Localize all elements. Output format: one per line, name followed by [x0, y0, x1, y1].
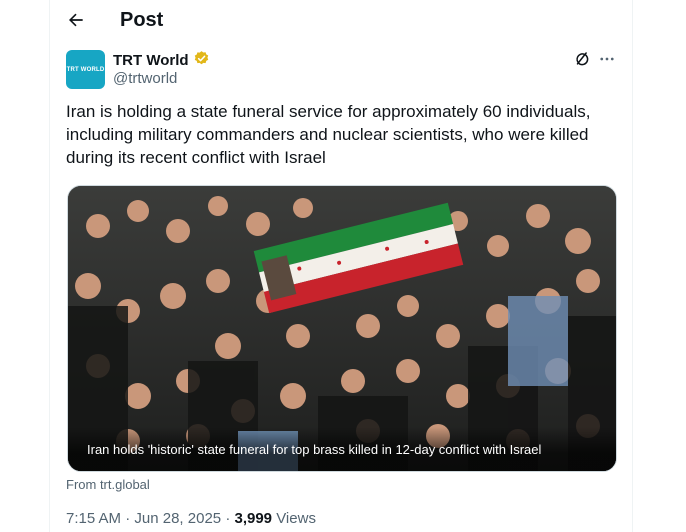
author-name-text: TRT World [113, 52, 189, 69]
views-count: 3,999 [234, 510, 273, 527]
post-date[interactable]: Jun 28, 2025 [134, 510, 221, 527]
avatar-logo-text: TRT WORLD [66, 66, 105, 73]
verified-badge-icon [193, 50, 210, 71]
grok-button[interactable] [572, 51, 592, 71]
post-time[interactable]: 7:15 AM [66, 510, 121, 527]
more-button[interactable] [597, 51, 617, 71]
arrow-left-icon [66, 10, 86, 35]
back-button[interactable] [60, 6, 92, 38]
meta-separator: · [125, 510, 131, 527]
post-header: Post [50, 0, 632, 44]
views-label: Views [276, 510, 316, 527]
media-caption: Iran holds 'historic' state funeral for … [87, 442, 542, 457]
avatar[interactable]: TRT WORLD [66, 50, 105, 89]
more-horizontal-icon [598, 50, 616, 73]
media-caption-overlay: Iran holds 'historic' state funeral for … [68, 427, 616, 471]
meta-separator-2: · [225, 510, 231, 527]
media-photo[interactable]: Iran holds 'historic' state funeral for … [67, 185, 617, 472]
page-title: Post [120, 9, 164, 31]
grok-icon [573, 50, 591, 73]
author-handle[interactable]: @trtworld [113, 70, 177, 87]
author-name[interactable]: TRT World [113, 50, 210, 71]
link-source[interactable]: From trt.global [66, 477, 150, 492]
post-column: Post TRT WORLD TRT World @trtworld Iran … [49, 0, 633, 532]
post-meta: 7:15 AM · Jun 28, 2025 · 3,999 Views [66, 510, 316, 527]
tweet-text: Iran is holding a state funeral service … [66, 102, 591, 167]
